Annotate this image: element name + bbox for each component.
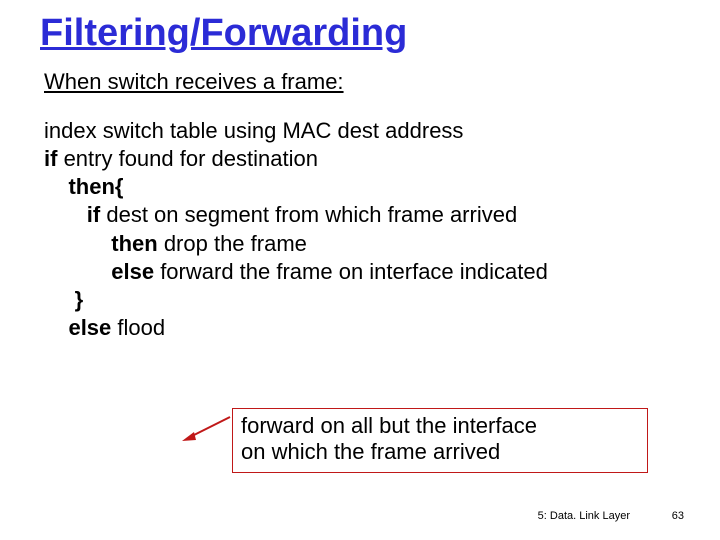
indent (44, 231, 111, 256)
slide: Filtering/Forwarding When switch receive… (0, 0, 720, 540)
slide-title: Filtering/Forwarding (40, 12, 680, 55)
indent (44, 174, 68, 199)
kw-then-inner: then (111, 231, 157, 256)
line-8-rest: flood (111, 315, 165, 340)
brace-close: } (75, 287, 84, 312)
footer-page-number: 63 (672, 510, 684, 522)
indent (44, 259, 111, 284)
line-1: index switch table using MAC dest addres… (44, 118, 463, 143)
indent (44, 287, 75, 312)
kw-then-open: then{ (68, 174, 123, 199)
line-2-rest: entry found for destination (57, 146, 318, 171)
flood-callout: forward on all but the interface on whic… (232, 408, 648, 473)
slide-subtitle: When switch receives a frame: (44, 69, 680, 95)
callout-line-2: on which the frame arrived (241, 439, 500, 464)
indent (44, 202, 87, 227)
line-6-rest: forward the frame on interface indicated (154, 259, 548, 284)
kw-if-outer: if (44, 146, 57, 171)
callout-line-1: forward on all but the interface (241, 413, 537, 438)
kw-else-inner: else (111, 259, 154, 284)
footer-chapter: 5: Data. Link Layer (538, 510, 630, 522)
line-4-rest: dest on segment from which frame arrived (100, 202, 517, 227)
arrow-icon (182, 414, 232, 444)
line-5-rest: drop the frame (158, 231, 307, 256)
indent (44, 315, 68, 340)
kw-if-inner: if (87, 202, 100, 227)
kw-else-outer: else (68, 315, 111, 340)
pseudocode-body: index switch table using MAC dest addres… (44, 117, 680, 342)
